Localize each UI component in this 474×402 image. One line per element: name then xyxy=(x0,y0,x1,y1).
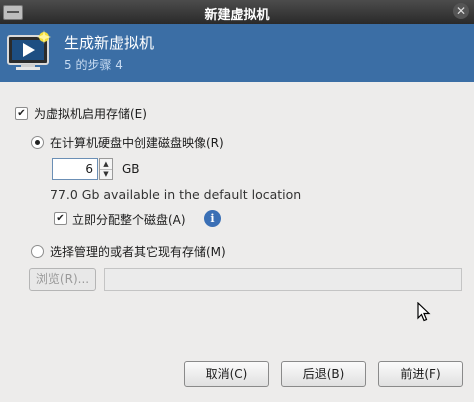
enable-storage-checkbox[interactable]: ✔ xyxy=(15,107,28,120)
wizard-step: 5 的步骤 4 xyxy=(64,58,123,72)
available-space-text: 77.0 Gb available in the default locatio… xyxy=(50,187,302,202)
create-disk-radio[interactable] xyxy=(31,136,44,149)
allocate-disk-checkbox[interactable]: ✔ xyxy=(54,212,67,225)
disk-size-unit: GB xyxy=(122,162,140,176)
back-button[interactable]: 后退(B) xyxy=(281,361,366,387)
close-icon[interactable]: ✕ xyxy=(453,3,469,19)
storage-path-input[interactable] xyxy=(104,268,462,291)
wizard-title: 生成新虚拟机 xyxy=(64,34,155,52)
enable-storage-label[interactable]: 为虚拟机启用存储(E) xyxy=(34,105,147,122)
window-title: 新建虚拟机 xyxy=(204,8,270,23)
forward-button[interactable]: 前进(F) xyxy=(378,361,463,387)
info-icon[interactable]: i xyxy=(204,210,221,227)
existing-storage-label[interactable]: 选择管理的或者其它现有存储(M) xyxy=(50,243,226,260)
mouse-pointer-icon xyxy=(417,302,431,322)
computer-monitor-icon xyxy=(7,30,51,70)
wizard-header: 生成新虚拟机 5 的步骤 4 xyxy=(0,24,474,82)
cancel-button[interactable]: 取消(C) xyxy=(184,361,269,387)
disk-size-stepper[interactable]: ▲ ▼ xyxy=(99,158,113,180)
existing-storage-radio[interactable] xyxy=(31,245,44,258)
disk-size-input[interactable]: 6 xyxy=(52,158,98,180)
browse-button[interactable]: 浏览(R)... xyxy=(29,268,96,291)
allocate-disk-label[interactable]: 立即分配整个磁盘(A) xyxy=(72,211,186,228)
create-disk-label[interactable]: 在计算机硬盘中创建磁盘映像(R) xyxy=(50,134,224,151)
window-titlebar: 新建虚拟机 ✕ xyxy=(0,0,474,24)
stepper-down-icon[interactable]: ▼ xyxy=(100,169,112,179)
